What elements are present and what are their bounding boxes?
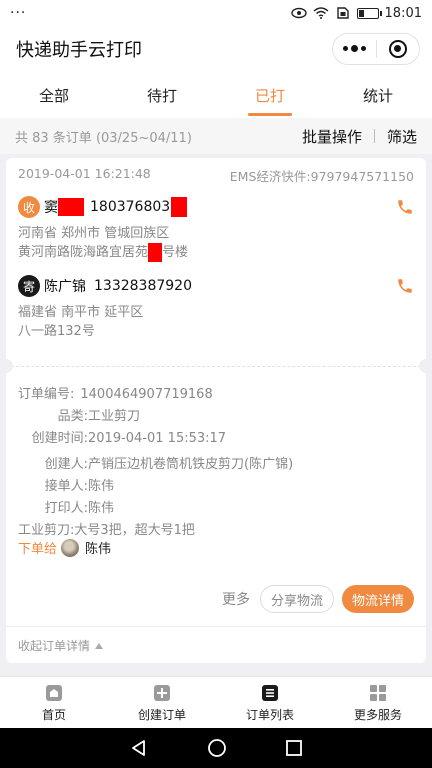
batch-operation-button[interactable]: 批量操作	[302, 126, 362, 147]
miniprogram-capsule	[332, 33, 420, 65]
order-tabs: 全部 待打 已打 统计	[0, 72, 432, 118]
status-bar: ··· 18:01	[0, 0, 432, 26]
redaction-mark	[148, 243, 163, 262]
receiver-phone: 180376803	[90, 199, 171, 215]
avatar	[61, 538, 80, 557]
phone-icon[interactable]	[396, 198, 414, 216]
battery-icon	[356, 7, 382, 19]
order-count: 共 83 条订单 (03/25~04/11)	[15, 130, 192, 146]
tab-statistics[interactable]: 统计	[324, 72, 432, 118]
collapse-label: 收起订单详情	[18, 639, 91, 653]
sender-address-line2: 八一路132号	[18, 324, 95, 339]
sender-name: 陈广锦	[44, 279, 86, 295]
add-order-icon	[154, 684, 170, 701]
order-date: 2019-04-01 16:21:48	[18, 166, 151, 181]
back-icon[interactable]	[129, 738, 149, 758]
caret-up-icon	[95, 642, 104, 649]
info-row: 品类: 工业剪刀	[57, 409, 141, 424]
grid-icon	[370, 684, 386, 701]
home-circle-icon[interactable]	[207, 738, 227, 758]
info-row: 创建时间: 2019-04-01 15:53:17	[31, 431, 227, 446]
sender-phone: 13328387920	[94, 278, 192, 294]
assignee-name: 陈伟	[85, 542, 112, 557]
info-row: 打印人: 陈伟	[44, 501, 115, 516]
status-dots: ···	[10, 5, 27, 21]
toolbar-divider	[373, 129, 375, 143]
list-toolbar: 共 83 条订单 (03/25~04/11) 批量操作 筛选	[0, 118, 432, 154]
recents-icon[interactable]	[285, 739, 303, 757]
receiver-badge: 收	[18, 196, 40, 218]
filter-button[interactable]: 筛选	[387, 126, 417, 147]
sim-icon	[336, 7, 349, 19]
info-row: 接单人: 陈伟	[44, 479, 115, 494]
receiver-address-line2: 黄河南路陇海路宜居苑 号楼	[18, 243, 189, 262]
receiver-block: 收 窦 180376803 河南省 郑州市 管城回族区 黄河南路陇海路宜居苑 号楼	[18, 196, 414, 262]
target-icon	[388, 40, 407, 58]
assigned-to: 下单给 陈伟	[18, 538, 111, 557]
title-bar: 快递助手云打印	[0, 26, 432, 72]
home-icon	[46, 684, 62, 701]
tabbar-home[interactable]: 首页	[0, 677, 108, 728]
phone-icon[interactable]	[396, 277, 414, 295]
bottom-tabbar: 首页 创建订单 订单列表 更多服务	[0, 676, 432, 728]
status-time: 18:01	[384, 5, 422, 21]
tabbar-more-services[interactable]: 更多服务	[324, 677, 432, 728]
tabbar-order-list[interactable]: 订单列表	[216, 677, 324, 728]
sender-address-line1: 福建省 南平市 延平区	[18, 305, 144, 320]
tab-pending[interactable]: 待打	[108, 72, 216, 118]
more-dots-icon	[342, 45, 366, 52]
order-card: 2019-04-01 16:21:48 EMS经济快件:979794757115…	[0, 158, 432, 664]
order-actions: 更多 分享物流 物流详情	[222, 585, 414, 613]
card-divider	[6, 366, 426, 367]
more-menu-button[interactable]	[333, 34, 376, 64]
info-row: 创建人: 产销压边机卷筒机铁皮剪刀(陈广锦)	[44, 457, 294, 472]
redaction-mark	[58, 198, 84, 216]
page-title: 快递助手云打印	[16, 40, 142, 61]
system-nav-bar	[0, 728, 432, 768]
order-info: 订单编号: 1400464907719168 品类: 工业剪刀 创建时间: 2019-…	[18, 384, 414, 542]
tab-all[interactable]: 全部	[0, 72, 108, 118]
eye-icon	[290, 7, 307, 19]
collapse-details-button[interactable]: 收起订单详情	[6, 626, 426, 664]
courier-tracking: EMS经济快件:9797947571150	[229, 169, 414, 184]
assign-label: 下单给	[18, 542, 58, 557]
sender-badge: 寄	[18, 275, 40, 297]
tabbar-create-order[interactable]: 创建订单	[108, 677, 216, 728]
wifi-icon	[313, 7, 328, 19]
tab-printed[interactable]: 已打	[216, 72, 324, 118]
share-logistics-button[interactable]: 分享物流	[259, 585, 334, 613]
receiver-name: 窦	[44, 200, 58, 216]
close-miniprogram-button[interactable]	[377, 34, 420, 64]
more-button[interactable]: 更多	[222, 589, 250, 609]
info-row: 订单编号: 1400464907719168	[18, 387, 213, 402]
order-list-icon	[262, 684, 278, 701]
receiver-address-line1: 河南省 郑州市 管城回族区	[18, 226, 170, 241]
logistics-detail-button[interactable]: 物流详情	[341, 585, 414, 613]
sender-block: 寄 陈广锦 13328387920 福建省 南平市 延平区 八一路132号	[18, 275, 414, 341]
redaction-mark	[171, 197, 188, 217]
